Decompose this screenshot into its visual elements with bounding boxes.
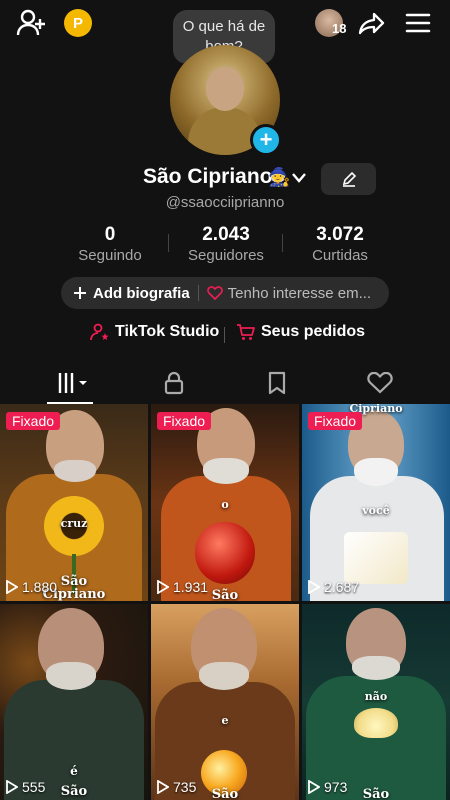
story-avatar[interactable]: 18 [312,8,346,38]
play-icon [308,780,320,794]
share-icon[interactable] [356,8,388,38]
ice-block-icon [344,532,408,584]
play-icon [6,780,18,794]
name-row: São Cipriano 🧙 [0,165,450,193]
interests-button[interactable]: Tenho interesse em... [206,284,372,302]
avatar-face [206,67,244,111]
thumb-figure [203,458,249,484]
edit-profile-button[interactable] [321,163,376,195]
video-thumbnail[interactable]: não São 973 [302,604,450,800]
tab-liked[interactable] [324,362,436,404]
plus-icon [74,287,86,299]
heart-icon [367,372,393,394]
orders-link[interactable]: Seus pedidos [236,323,365,341]
menu-icon[interactable] [402,8,434,38]
video-caption: não [364,690,388,703]
stat-label: Seguidores [188,247,264,264]
video-caption: o [221,498,229,511]
play-icon [157,580,169,594]
bookmark-icon [268,371,286,395]
add-bio-label: Add biografia [93,284,190,302]
thumb-figure [199,662,249,690]
studio-person-icon [90,323,109,341]
tab-saved[interactable] [221,362,333,404]
view-count: 1.931 [157,579,208,595]
stat-value: 3.072 [316,224,364,245]
stat-label: Seguindo [78,247,142,264]
video-thumbnail[interactable]: Fixado cruz São Cipriano 1.880 [0,404,148,601]
view-count: 555 [6,779,45,795]
profile-name: São Cipriano [143,165,273,188]
chevron-down-icon[interactable] [291,171,307,185]
video-caption: e [221,714,229,727]
link-separator [224,327,225,343]
bio-pill: Add biografia Tenho interesse em... [61,277,389,309]
tiktok-studio-link[interactable]: TikTok Studio [90,323,219,341]
profile-handle: @ssaocciiprianno [165,194,285,211]
view-count: 1.880 [6,579,57,595]
play-icon [157,780,169,794]
stat-value: 2.043 [202,224,250,245]
stats-row: 0 Seguindo 2.043 Seguidores 3.072 Curtid… [0,224,450,268]
video-thumbnail[interactable]: Cipriano Fixado você 2.687 [302,404,450,601]
play-icon [6,580,18,594]
video-caption: você [362,504,390,517]
video-thumbnail[interactable]: Fixado o São 1.931 [151,404,299,601]
thumb-figure [46,662,96,690]
play-icon [308,580,320,594]
heart-icon [206,286,223,300]
video-grid: Fixado cruz São Cipriano 1.880 Fixado o … [0,404,450,800]
view-count-value: 1.931 [173,579,209,595]
thumb-figure [354,458,398,486]
pinned-badge: Fixado [6,412,61,430]
video-thumbnail[interactable]: é São 555 [0,604,148,800]
thumb-figure [54,460,96,482]
creator-links: TikTok Studio Seus pedidos [0,323,450,347]
stat-divider [168,234,169,252]
stat-followers[interactable]: 2.043 Seguidores [171,224,281,266]
add-friend-icon[interactable] [14,8,48,38]
add-story-button[interactable]: + [250,124,282,156]
story-count: 18 [332,21,347,36]
view-count: 735 [157,779,196,795]
grid-icon [58,373,87,393]
thumb-figure [352,656,400,680]
cart-icon [237,324,255,340]
video-thumbnail[interactable]: e São 735 [151,604,299,800]
view-count-value: 555 [22,779,46,795]
view-count: 973 [308,779,347,795]
top-bar: P O que há de bom? 18 [0,0,450,64]
stat-following[interactable]: 0 Seguindo [55,224,165,266]
view-count: 2.687 [308,579,359,595]
lotus-icon [354,708,398,738]
content-tabs [0,362,450,404]
avatar-robe [188,107,262,155]
view-count-value: 735 [173,779,197,795]
video-caption: é [70,764,78,778]
video-caption: cruz [60,517,88,530]
orders-label: Seus pedidos [261,323,366,340]
wizard-emoji: 🧙 [268,167,291,187]
studio-label: TikTok Studio [115,323,220,340]
stat-label: Curtidas [312,247,368,264]
pinned-badge: Fixado [308,412,363,430]
lock-icon [164,371,184,395]
stat-divider [282,234,283,252]
tab-private[interactable] [118,362,230,404]
view-count-value: 973 [324,779,348,795]
interests-label: Tenho interesse em... [227,284,372,302]
pencil-icon [342,171,356,187]
view-count-value: 2.687 [324,579,360,595]
pinned-badge: Fixado [157,412,212,430]
tab-videos[interactable] [18,362,130,404]
coin-icon[interactable]: P [64,9,92,37]
add-bio-button[interactable]: Add biografia [73,285,190,302]
apple-icon [195,522,255,584]
stat-value: 0 [104,224,116,245]
stat-likes[interactable]: 3.072 Curtidas [285,224,395,266]
view-count-value: 1.880 [22,579,58,595]
bio-separator [197,285,199,301]
